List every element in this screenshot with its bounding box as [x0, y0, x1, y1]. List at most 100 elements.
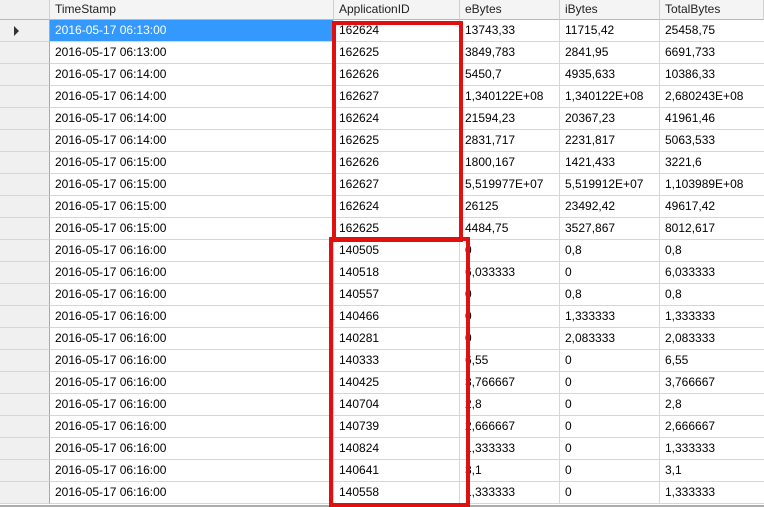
ibytes-cell[interactable]: 0,8	[560, 240, 660, 262]
row-header[interactable]	[0, 64, 50, 86]
table-row[interactable]: 2016-05-17 06:15:00 162627 5,519977E+07 5,5…	[0, 174, 764, 196]
timestamp-cell[interactable]: 2016-05-17 06:16:00	[50, 284, 334, 306]
table-row[interactable]: 2016-05-17 06:14:00 162626 5450,7 4935,633 1…	[0, 64, 764, 86]
totalbytes-cell[interactable]: 1,333333	[660, 438, 764, 460]
totalbytes-cell[interactable]: 49617,42	[660, 196, 764, 218]
table-row[interactable]: 2016-05-17 06:15:00 162626 1800,167 1421,43…	[0, 152, 764, 174]
timestamp-cell[interactable]: 2016-05-17 06:16:00	[50, 328, 334, 350]
table-row[interactable]: 2016-05-17 06:16:00 140505 0 0,8 0,8	[0, 240, 764, 262]
ebytes-cell[interactable]: 21594,23	[460, 108, 560, 130]
applicationid-cell[interactable]: 140466	[334, 306, 460, 328]
totalbytes-cell[interactable]: 10386,33	[660, 64, 764, 86]
ebytes-cell[interactable]: 3849,783	[460, 42, 560, 64]
table-row[interactable]: 2016-05-17 06:16:00 140425 3,766667 0 3,7666…	[0, 372, 764, 394]
applicationid-cell[interactable]: 162625	[334, 42, 460, 64]
totalbytes-cell[interactable]: 6,033333	[660, 262, 764, 284]
applicationid-cell[interactable]: 140505	[334, 240, 460, 262]
row-header[interactable]	[0, 372, 50, 394]
ibytes-cell[interactable]: 0	[560, 350, 660, 372]
ibytes-cell[interactable]: 0	[560, 438, 660, 460]
ebytes-cell[interactable]: 1,340122E+08	[460, 86, 560, 108]
ebytes-cell[interactable]: 2,666667	[460, 416, 560, 438]
ebytes-cell[interactable]: 0	[460, 240, 560, 262]
ibytes-cell[interactable]: 1,333333	[560, 306, 660, 328]
ebytes-cell[interactable]: 3,766667	[460, 372, 560, 394]
timestamp-cell[interactable]: 2016-05-17 06:15:00	[50, 174, 334, 196]
table-row[interactable]: 2016-05-17 06:16:00 140824 1,333333 0 1,3333…	[0, 438, 764, 460]
totalbytes-cell[interactable]: 3,1	[660, 460, 764, 482]
timestamp-cell[interactable]: 2016-05-17 06:16:00	[50, 416, 334, 438]
ebytes-cell[interactable]: 5,519977E+07	[460, 174, 560, 196]
applicationid-cell[interactable]: 162627	[334, 86, 460, 108]
ibytes-cell[interactable]: 0	[560, 482, 660, 504]
table-row[interactable]: 2016-05-17 06:16:00 140333 6,55 0 6,55	[0, 350, 764, 372]
column-header-timestamp[interactable]: TimeStamp	[50, 0, 334, 20]
timestamp-cell[interactable]: 2016-05-17 06:16:00	[50, 482, 334, 504]
table-row[interactable]: 2016-05-17 06:15:00 162625 4484,75 3527,867…	[0, 218, 764, 240]
corner-header[interactable]	[0, 0, 50, 20]
applicationid-cell[interactable]: 162624	[334, 108, 460, 130]
applicationid-cell[interactable]: 140739	[334, 416, 460, 438]
ebytes-cell[interactable]: 13743,33	[460, 20, 560, 42]
ibytes-cell[interactable]: 2,083333	[560, 328, 660, 350]
ibytes-cell[interactable]: 0	[560, 394, 660, 416]
row-header[interactable]	[0, 394, 50, 416]
timestamp-cell[interactable]: 2016-05-17 06:16:00	[50, 350, 334, 372]
ebytes-cell[interactable]: 5450,7	[460, 64, 560, 86]
column-header-applicationid[interactable]: ApplicationID	[334, 0, 460, 20]
table-row[interactable]: 2016-05-17 06:14:00 162627 1,340122E+08 1,3…	[0, 86, 764, 108]
table-row[interactable]: 2016-05-17 06:13:00 162625 3849,783 2841,95…	[0, 42, 764, 64]
row-header[interactable]	[0, 42, 50, 64]
ibytes-cell[interactable]: 0	[560, 262, 660, 284]
applicationid-cell[interactable]: 162627	[334, 174, 460, 196]
row-header[interactable]	[0, 130, 50, 152]
timestamp-cell[interactable]: 2016-05-17 06:15:00	[50, 152, 334, 174]
table-row[interactable]: 2016-05-17 06:16:00 140739 2,666667 0 2,6666…	[0, 416, 764, 438]
applicationid-cell[interactable]: 140704	[334, 394, 460, 416]
row-header[interactable]	[0, 108, 50, 130]
ebytes-cell[interactable]: 2,8	[460, 394, 560, 416]
totalbytes-cell[interactable]: 25458,75	[660, 20, 764, 42]
applicationid-cell[interactable]: 140333	[334, 350, 460, 372]
ebytes-cell[interactable]: 6,033333	[460, 262, 560, 284]
row-header[interactable]	[0, 284, 50, 306]
row-header[interactable]	[0, 416, 50, 438]
totalbytes-cell[interactable]: 2,8	[660, 394, 764, 416]
row-header[interactable]	[0, 240, 50, 262]
totalbytes-cell[interactable]: 5063,533	[660, 130, 764, 152]
ibytes-cell[interactable]: 2841,95	[560, 42, 660, 64]
totalbytes-cell[interactable]: 3221,6	[660, 152, 764, 174]
applicationid-cell[interactable]: 140558	[334, 482, 460, 504]
timestamp-cell[interactable]: 2016-05-17 06:15:00	[50, 196, 334, 218]
ibytes-cell[interactable]: 1,340122E+08	[560, 86, 660, 108]
column-header-ebytes[interactable]: eBytes	[460, 0, 560, 20]
ebytes-cell[interactable]: 4484,75	[460, 218, 560, 240]
table-row[interactable]: 2016-05-17 06:16:00 140518 6,033333 0 6,0333…	[0, 262, 764, 284]
ibytes-cell[interactable]: 0	[560, 372, 660, 394]
row-header[interactable]	[0, 438, 50, 460]
row-header[interactable]	[0, 196, 50, 218]
table-row[interactable]: 2016-05-17 06:14:00 162624 21594,23 20367,2…	[0, 108, 764, 130]
totalbytes-cell[interactable]: 8012,617	[660, 218, 764, 240]
timestamp-cell[interactable]: 2016-05-17 06:14:00	[50, 108, 334, 130]
row-header[interactable]	[0, 482, 50, 504]
ebytes-cell[interactable]: 1,333333	[460, 482, 560, 504]
ibytes-cell[interactable]: 1421,433	[560, 152, 660, 174]
ebytes-cell[interactable]: 3,1	[460, 460, 560, 482]
table-row[interactable]: 2016-05-17 06:16:00 140281 0 2,083333 2,0833…	[0, 328, 764, 350]
row-header[interactable]	[0, 86, 50, 108]
data-grid[interactable]: TimeStamp ApplicationID eBytes iBytes To…	[0, 0, 764, 505]
table-row[interactable]: 2016-05-17 06:13:00 162624 13743,33 11715,4…	[0, 20, 764, 42]
table-row[interactable]: 2016-05-17 06:16:00 140558 1,333333 0 1,3333…	[0, 482, 764, 504]
table-row[interactable]: 2016-05-17 06:16:00 140641 3,1 0 3,1	[0, 460, 764, 482]
ebytes-cell[interactable]: 2831,717	[460, 130, 560, 152]
table-row[interactable]: 2016-05-17 06:15:00 162624 26125 23492,42 49…	[0, 196, 764, 218]
applicationid-cell[interactable]: 140518	[334, 262, 460, 284]
totalbytes-cell[interactable]: 1,333333	[660, 306, 764, 328]
table-row[interactable]: 2016-05-17 06:16:00 140557 0 0,8 0,8	[0, 284, 764, 306]
ibytes-cell[interactable]: 0,8	[560, 284, 660, 306]
row-header[interactable]	[0, 262, 50, 284]
row-header[interactable]	[0, 174, 50, 196]
row-header[interactable]	[0, 460, 50, 482]
row-header[interactable]	[0, 306, 50, 328]
